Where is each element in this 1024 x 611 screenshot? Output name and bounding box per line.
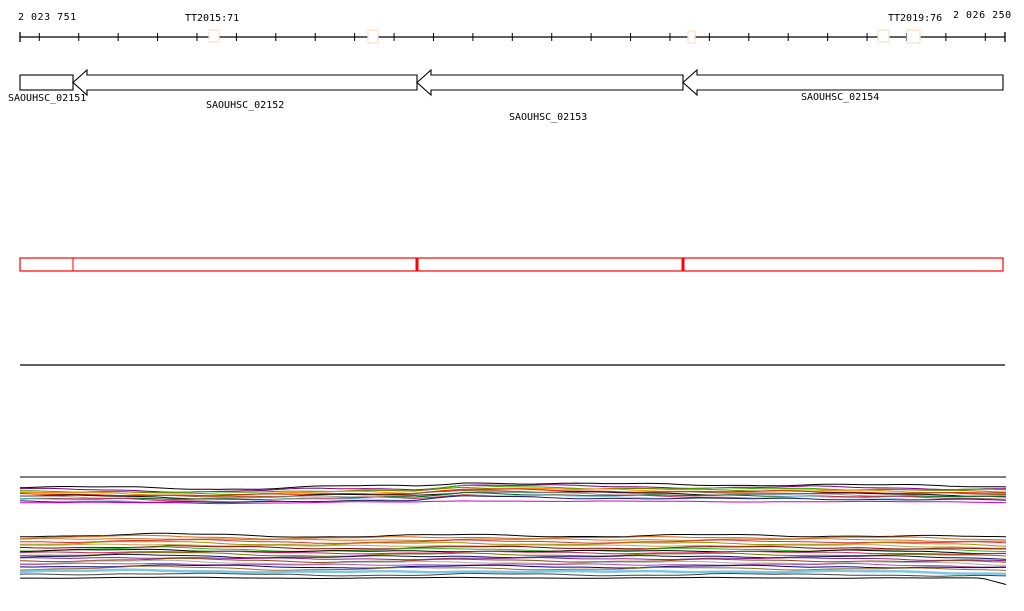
ruler-feature-label-tt2015[interactable]: TT2015:71 <box>185 13 239 24</box>
ruler-feature-marker-box[interactable] <box>906 29 921 44</box>
gene-SAOUHSC_02152[interactable] <box>72 68 418 97</box>
ruler-feature-marker-box[interactable] <box>877 29 890 43</box>
gene-label-saouhsc-02151[interactable]: SAOUHSC_02151 <box>8 93 86 104</box>
genome-browser-window: 2 023 751 TT2015:71 TT2019:76 2 026 250 … <box>0 0 1024 611</box>
ruler-feature-marker-box[interactable] <box>367 29 379 44</box>
coverage-line <box>20 576 1007 585</box>
coordinate-ruler[interactable] <box>19 32 1006 42</box>
ruler-feature-label-tt2019[interactable]: TT2019:76 <box>888 13 942 24</box>
gene-SAOUHSC_02151[interactable] <box>19 74 74 91</box>
gene-label-saouhsc-02152[interactable]: SAOUHSC_02152 <box>206 100 284 111</box>
ruler-start-coordinate: 2 023 751 <box>18 12 77 23</box>
ruler-end-coordinate: 2 026 250 <box>953 10 1012 21</box>
gene-SAOUHSC_02153[interactable] <box>416 68 684 97</box>
ruler-feature-marker-box[interactable] <box>687 30 696 44</box>
coverage-plot-upper <box>19 476 1007 505</box>
coverage-line <box>19 572 1007 577</box>
selected-region-track[interactable] <box>19 257 1004 272</box>
gene-label-saouhsc-02153[interactable]: SAOUHSC_02153 <box>509 112 587 123</box>
gene-label-saouhsc-02154[interactable]: SAOUHSC_02154 <box>801 92 879 103</box>
coverage-line <box>20 532 1007 538</box>
coverage-plot-lower <box>19 532 1007 585</box>
coverage-line <box>19 568 1007 576</box>
ruler-feature-marker-box[interactable] <box>208 29 220 43</box>
red-track-outline[interactable] <box>19 257 1004 272</box>
